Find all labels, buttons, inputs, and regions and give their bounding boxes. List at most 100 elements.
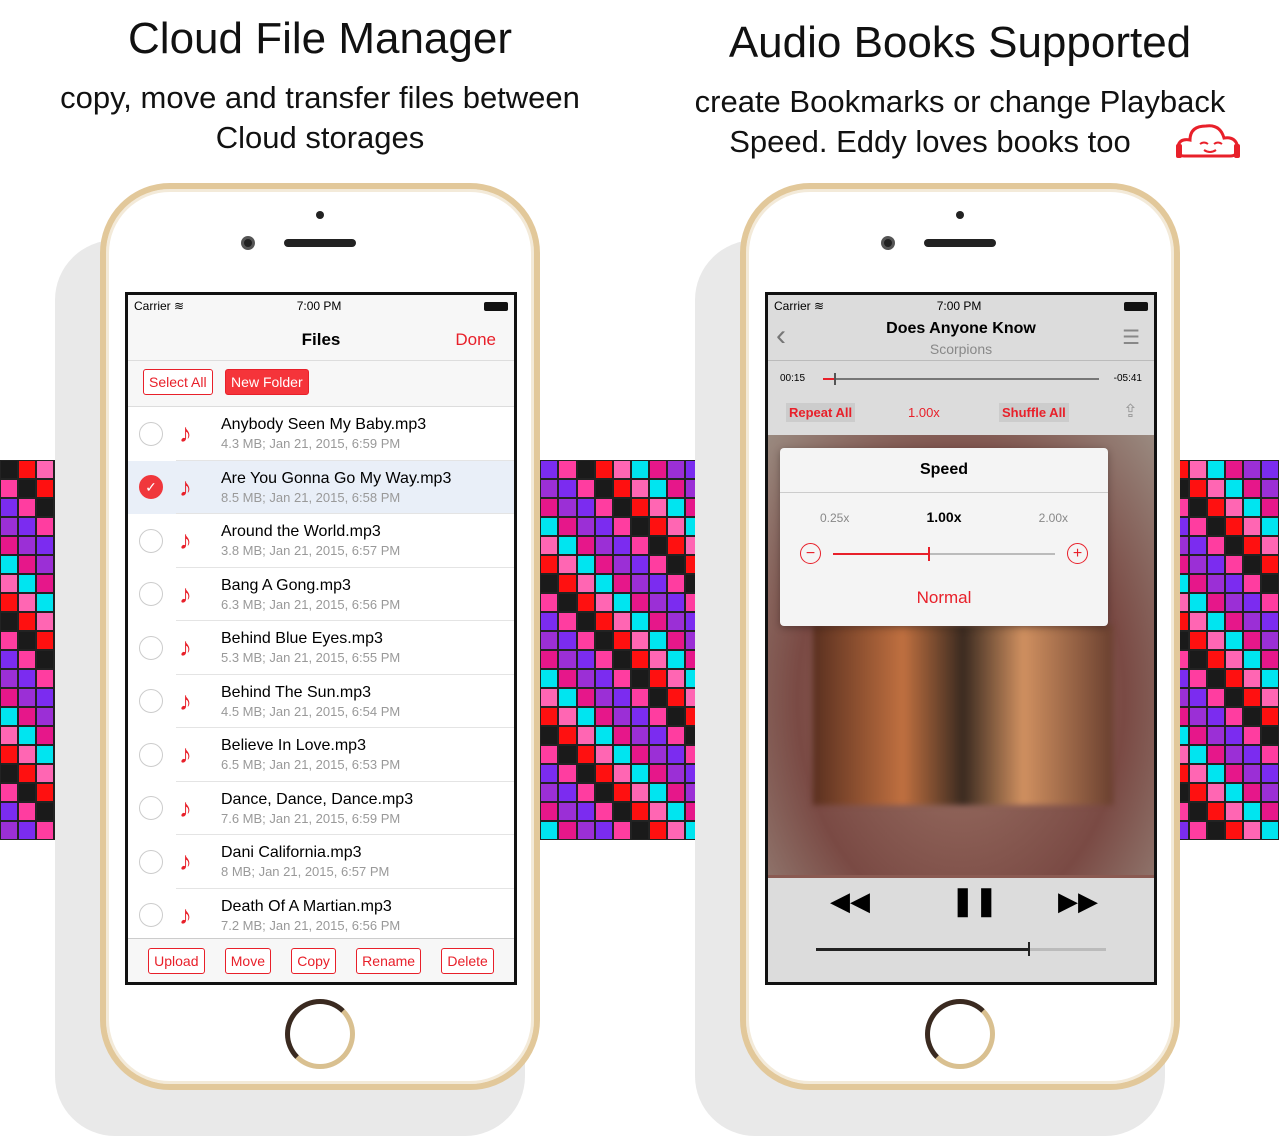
playlist-icon[interactable]: ☰ [1122,325,1140,350]
progress-slider[interactable] [823,373,1099,385]
volume-thumb[interactable] [1027,942,1030,956]
files-screen: Carrier ≋ 7:00 PM Files Done Select All … [125,292,517,985]
speed-slider[interactable] [833,547,1055,561]
copy-button[interactable]: Copy [291,947,336,974]
speed-max-label: 2.00x [1038,511,1068,525]
shuffle-button[interactable]: Shuffle All [999,403,1069,422]
popover-title: Speed [780,448,1108,493]
file-name: Are You Gonna Go My Way.mp3 [221,469,452,487]
unchecked-radio[interactable] [139,635,163,660]
unchecked-radio[interactable] [139,528,163,553]
unchecked-radio[interactable] [139,421,163,446]
file-name: Behind The Sun.mp3 [221,683,372,701]
speed-button[interactable]: 1.00x [908,405,940,420]
file-meta: 3.8 MB; Jan 21, 2015, 6:57 PM [221,543,401,559]
music-note-icon: ♪ [179,792,192,823]
cloud-mascot-logo [1176,124,1240,158]
file-meta: 8.5 MB; Jan 21, 2015, 6:58 PM [221,489,401,505]
file-meta: 7.2 MB; Jan 21, 2015, 6:56 PM [221,917,401,933]
music-note-icon: ♪ [179,471,192,502]
artist-name: Scorpions [929,341,993,357]
rewind-icon[interactable]: ◀◀ [830,886,870,917]
sensor [316,211,324,219]
home-button[interactable] [925,999,995,1069]
move-button[interactable]: Move [224,947,271,974]
music-note-icon: ♪ [179,685,192,716]
done-button[interactable]: Done [455,330,496,350]
new-folder-button[interactable]: New Folder [225,369,309,395]
player-screen: Carrier ≋ 7:00 PM ‹ Does Anyone Know Sco… [765,292,1157,985]
battery-icon [1124,301,1148,311]
home-button[interactable] [285,999,355,1069]
file-row[interactable]: ♪ Behind Blue Eyes.mp3 5.3 MB; Jan 21, 201… [128,621,514,675]
phone-player: Carrier ≋ 7:00 PM ‹ Does Anyone Know Sco… [740,183,1180,1090]
music-note-icon: ♪ [179,632,192,663]
wifi-icon: ≋ [814,299,825,313]
clock: 7:00 PM [936,299,982,313]
file-meta: 6.5 MB; Jan 21, 2015, 6:53 PM [221,757,401,773]
unchecked-radio[interactable] [139,582,163,607]
file-row[interactable]: ♪ Around the World.mp3 3.8 MB; Jan 21, 201… [128,514,514,568]
file-row[interactable]: ✓ ♪ Are You Gonna Go My Way.mp3 8.5 MB; Jan… [128,460,514,514]
music-note-icon: ♪ [179,525,192,556]
speaker [924,239,996,247]
delete-button[interactable]: Delete [441,947,494,974]
music-note-icon: ♪ [179,418,192,449]
file-name: Believe In Love.mp3 [221,737,366,755]
speed-thumb[interactable] [928,547,931,561]
right-title: Audio Books Supported [728,18,1192,67]
file-name: Around the World.mp3 [221,523,381,541]
fast-forward-icon[interactable]: ▶▶ [1058,886,1098,917]
file-row[interactable]: ♪ Dance, Dance, Dance.mp3 7.6 MB; Jan 21, … [128,782,514,836]
unchecked-radio[interactable] [139,796,163,821]
file-row[interactable]: ♪ Believe In Love.mp3 6.5 MB; Jan 21, 2015… [128,728,514,782]
status-bar: Carrier ≋ 7:00 PM [768,295,1154,317]
music-note-icon: ♪ [179,739,192,770]
checked-radio[interactable]: ✓ [139,475,163,500]
carrier: Carrier [134,299,171,313]
share-icon[interactable]: ⇪ [1123,401,1138,422]
left-subtitle-1: copy, move and transfer files between [60,80,580,115]
file-name: Anybody Seen My Baby.mp3 [221,416,427,434]
file-row[interactable]: ♪ Behind The Sun.mp3 4.5 MB; Jan 21, 2015,… [128,675,514,729]
phone-files: Carrier ≋ 7:00 PM Files Done Select All … [100,183,540,1090]
nav-bar: Files Done [128,317,514,361]
rename-button[interactable]: Rename [356,947,422,974]
left-title: Cloud File Manager [128,14,512,63]
action-bar: Select All New Folder [128,361,514,407]
select-all-button[interactable]: Select All [143,369,213,395]
unchecked-radio[interactable] [139,903,163,928]
status-bar: Carrier ≋ 7:00 PM [128,295,514,317]
upload-button[interactable]: Upload [148,947,205,974]
unchecked-radio[interactable] [139,849,163,874]
pause-icon[interactable]: ❚❚ [951,884,998,917]
remaining-time: -05:41 [1113,373,1142,384]
speaker [284,239,356,247]
file-meta: 5.3 MB; Jan 21, 2015, 6:55 PM [221,650,401,666]
progress-thumb[interactable] [834,373,837,385]
file-row[interactable]: ♪ Death Of A Martian.mp3 7.2 MB; Jan 21, 2… [128,889,514,943]
music-note-icon: ♪ [179,578,192,609]
speed-increase-button[interactable]: + [1067,543,1088,564]
camera [241,236,255,250]
file-list: ♪ Anybody Seen My Baby.mp3 4.3 MB; Jan 21,… [128,407,514,942]
speed-decrease-button[interactable]: − [800,543,821,564]
left-subtitle-2: Cloud storages [215,120,425,155]
file-name: Behind Blue Eyes.mp3 [221,630,383,648]
wifi-icon: ≋ [174,299,185,313]
file-meta: 8 MB; Jan 21, 2015, 6:57 PM [221,864,390,880]
right-subtitle-2: Speed. Eddy loves books too [729,124,1131,159]
unchecked-radio[interactable] [139,689,163,714]
file-row[interactable]: ♪ Bang A Gong.mp3 6.3 MB; Jan 21, 2015, 6:… [128,568,514,622]
file-row[interactable]: ♪ Dani California.mp3 8 MB; Jan 21, 2015, … [128,835,514,889]
speed-popover: Speed 0.25x 1.00x 2.00x − + Normal [780,448,1108,626]
normal-speed-button[interactable]: Normal [780,588,1108,608]
volume-slider[interactable] [816,942,1106,956]
file-name: Dani California.mp3 [221,844,362,862]
file-row[interactable]: ♪ Anybody Seen My Baby.mp3 4.3 MB; Jan 21,… [128,407,514,461]
bottom-toolbar: Upload Move Copy Rename Delete [128,938,514,982]
unchecked-radio[interactable] [139,742,163,767]
file-name: Death Of A Martian.mp3 [221,897,392,915]
repeat-button[interactable]: Repeat All [786,403,856,422]
music-note-icon: ♪ [179,846,192,877]
